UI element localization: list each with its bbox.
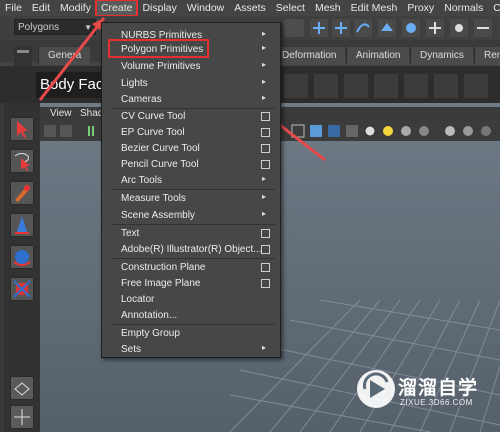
option-box-icon[interactable]: [261, 279, 270, 288]
option-box-icon[interactable]: [261, 128, 270, 137]
paint-tool-icon[interactable]: [10, 181, 34, 205]
move-tool-icon[interactable]: [10, 213, 34, 237]
menu-item-construction-plane[interactable]: Construction Plane: [121, 261, 206, 275]
menu-file[interactable]: File: [0, 0, 27, 16]
menu-edit[interactable]: Edit: [27, 0, 55, 16]
scale-tool-icon[interactable]: [10, 277, 34, 301]
menu-item-arc-tools[interactable]: Arc Tools: [121, 174, 162, 188]
menu-create[interactable]: Create: [94, 0, 139, 17]
menu-item-scene-assembly[interactable]: Scene Assembly: [121, 209, 195, 223]
menu-item-lights[interactable]: Lights: [121, 77, 148, 91]
menu-proxy[interactable]: Proxy: [402, 0, 439, 16]
lasso-tool-icon[interactable]: [10, 149, 34, 173]
menu-separator: [111, 258, 275, 259]
menu-normals[interactable]: Normals: [439, 0, 488, 16]
submenu-arrow-icon: ▸: [262, 93, 267, 102]
menu-item-locator[interactable]: Locator: [121, 293, 154, 307]
menu-select[interactable]: Select: [271, 0, 310, 16]
menu-item-polygon-primitives[interactable]: Polygon Primitives: [121, 43, 203, 57]
menu-item-sets[interactable]: Sets: [121, 343, 141, 357]
menu-item-annotation[interactable]: Annotation...: [121, 309, 177, 323]
menu-color[interactable]: Color: [488, 0, 500, 16]
menu-item-cv-curve-tool[interactable]: CV Curve Tool: [121, 110, 185, 124]
menuset-dropdown[interactable]: Polygons ▼: [14, 19, 96, 35]
option-box-icon[interactable]: [261, 160, 270, 169]
menu-edit-mesh[interactable]: Edit Mesh: [346, 0, 403, 16]
watermark-title: 溜溜自学: [398, 377, 479, 399]
select-tool-icon[interactable]: [10, 117, 34, 141]
menu-item-adobe-illustrator-object[interactable]: Adobe(R) Illustrator(R) Object...: [121, 243, 262, 257]
menu-item-free-image-plane[interactable]: Free Image Plane: [121, 277, 201, 291]
viewport-menu-view[interactable]: View: [50, 108, 72, 119]
magnet-icon[interactable]: [284, 19, 304, 37]
viewport-icons-left[interactable]: [42, 122, 102, 140]
tab-deformation[interactable]: Deformation: [272, 47, 346, 65]
option-box-icon[interactable]: [261, 245, 270, 254]
submenu-arrow-icon: ▸: [262, 174, 267, 183]
tab-rendering[interactable]: Rende: [474, 47, 500, 65]
tab-dynamics[interactable]: Dynamics: [410, 47, 473, 65]
watermark-logo-icon: [357, 370, 395, 408]
menu-item-bezier-curve-tool[interactable]: Bezier Curve Tool: [121, 142, 200, 156]
menu-separator: [111, 189, 275, 190]
tab-general[interactable]: Genera: [38, 47, 91, 65]
snap-icons: [310, 19, 492, 37]
shelf-icons[interactable]: [280, 70, 500, 102]
submenu-arrow-icon: ▸: [262, 192, 267, 201]
menu-display[interactable]: Display: [137, 0, 181, 16]
submenu-arrow-icon: ▸: [262, 77, 267, 86]
rotate-tool-icon[interactable]: [10, 245, 34, 269]
grid-layout-icon[interactable]: [10, 405, 34, 429]
snap-toolbar: [310, 17, 500, 39]
option-box-icon[interactable]: [261, 144, 270, 153]
menuset-value: Polygons: [18, 22, 60, 33]
menu-bar: File Edit Modify Create Display Window A…: [0, 0, 500, 17]
menu-item-text[interactable]: Text: [121, 227, 139, 241]
shelf-tool-icons: [284, 74, 488, 98]
submenu-arrow-icon: ▸: [262, 209, 267, 218]
menu-item-volume-primitives[interactable]: Volume Primitives: [121, 60, 200, 74]
menu-item-nurbs-primitives[interactable]: NURBS Primitives: [121, 29, 202, 43]
menu-separator: [111, 324, 275, 325]
layout-icon[interactable]: [10, 376, 34, 400]
menu-separator: [111, 224, 275, 225]
chevron-down-icon: ▼: [84, 23, 92, 32]
menu-item-ep-curve-tool[interactable]: EP Curve Tool: [121, 126, 185, 140]
menu-window[interactable]: Window: [182, 0, 229, 16]
submenu-arrow-icon: ▸: [262, 29, 267, 38]
submenu-arrow-icon: ▸: [262, 43, 267, 52]
watermark-url: ZIXUE.3D66.COM: [400, 398, 473, 407]
submenu-arrow-icon: ▸: [262, 60, 267, 69]
menu-item-cameras[interactable]: Cameras: [121, 93, 162, 107]
menu-separator: [111, 108, 275, 109]
tab-animation[interactable]: Animation: [346, 47, 410, 65]
menu-item-pencil-curve-tool[interactable]: Pencil Curve Tool: [121, 158, 199, 172]
menu-mesh[interactable]: Mesh: [310, 0, 346, 16]
viewport-menu-shading[interactable]: Shad: [80, 108, 103, 119]
viewport-shading-icons[interactable]: [290, 122, 500, 140]
submenu-arrow-icon: ▸: [262, 343, 267, 352]
menu-item-empty-group[interactable]: Empty Group: [121, 327, 180, 341]
menu-modify[interactable]: Modify: [55, 0, 96, 16]
menu-assets[interactable]: Assets: [229, 0, 271, 16]
option-box-icon[interactable]: [261, 112, 270, 121]
option-box-icon[interactable]: [261, 263, 270, 272]
option-box-icon[interactable]: [261, 229, 270, 238]
menu-item-measure-tools[interactable]: Measure Tools: [121, 192, 186, 206]
